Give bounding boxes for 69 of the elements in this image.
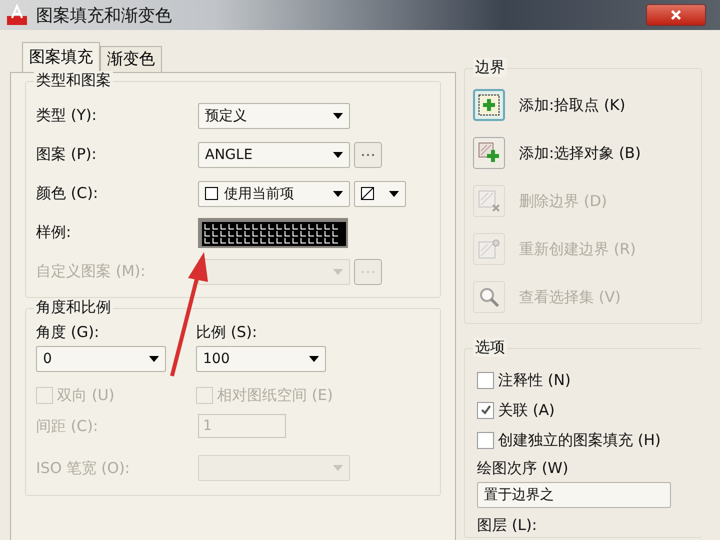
dropdown-value: 使用当前项 <box>224 184 294 202</box>
caret-icon <box>333 152 343 158</box>
draw-order-dropdown[interactable]: 置于边界之 <box>477 482 671 508</box>
dropdown-value: 置于边界之 <box>484 486 554 504</box>
field-label: 角度 (G): <box>36 323 100 342</box>
window-title: 图案填充和渐变色 <box>36 4 172 26</box>
boundary-action-label: 添加:拾取点 (K) <box>519 96 626 114</box>
caret-icon <box>333 112 343 118</box>
caret-icon <box>149 356 159 362</box>
app-logo-icon <box>6 4 28 26</box>
caret-icon <box>333 465 343 471</box>
browse-button[interactable] <box>354 142 382 168</box>
ellipsis-icon <box>360 152 376 156</box>
field-label: 样例: <box>36 223 72 242</box>
checkbox-label: 双向 (U) <box>57 386 114 405</box>
recreate-boundary-icon <box>478 238 500 260</box>
color-dropdown[interactable]: 使用当前项 <box>198 180 350 206</box>
field-label: 类型 (Y): <box>36 106 98 125</box>
scale-dropdown[interactable]: 100 <box>196 346 326 372</box>
dropdown-value: ANGLE <box>205 146 253 162</box>
checkbox-label: 创建独立的图案填充 (H) <box>498 430 661 450</box>
no-fill-icon <box>361 187 374 200</box>
checkbox-label: 关联 (A) <box>498 400 555 420</box>
close-icon <box>670 9 682 21</box>
field-label: 间距 (C): <box>36 416 99 436</box>
close-button[interactable] <box>646 4 706 26</box>
boundary-action-label: 查看选择集 (V) <box>519 288 621 306</box>
field-label: 图案 (P): <box>36 145 98 164</box>
tab[interactable]: 图案填充 <box>22 42 100 72</box>
field-label: 自定义图案 (M): <box>36 262 146 281</box>
dropdown[interactable]: ANGLE <box>198 142 350 168</box>
group-title: 类型和图案 <box>34 71 113 90</box>
search-icon <box>478 286 500 308</box>
ellipsis-icon <box>360 270 376 274</box>
add-point-icon <box>478 94 500 116</box>
pattern-preview-drawing[interactable] <box>198 218 348 248</box>
dropdown-value: 100 <box>203 351 230 367</box>
tab[interactable]: 渐变色 <box>100 46 162 72</box>
checkbox-label: 相对图纸空间 (E) <box>217 386 333 405</box>
check-icon <box>480 404 492 416</box>
field-label: 比例 (S): <box>196 323 258 342</box>
field-label: 颜色 (C): <box>36 184 99 203</box>
field-label: ISO 笔宽 (O): <box>36 458 131 478</box>
input-value: 1 <box>203 418 212 434</box>
caret-icon <box>333 268 343 274</box>
checkbox[interactable] <box>477 372 494 388</box>
dropdown-value: 预定义 <box>205 106 247 124</box>
group-title: 角度和比例 <box>34 298 113 317</box>
boundary-action-label: 删除边界 (D) <box>519 192 608 210</box>
checkbox[interactable] <box>477 402 494 418</box>
field-label: 图层 (L): <box>477 516 538 535</box>
field-label: 绘图次序 (W) <box>477 459 570 478</box>
checkbox[interactable] <box>477 432 494 448</box>
group-title: 边界 <box>473 58 507 77</box>
caret-icon <box>389 190 399 196</box>
degree-dropdown[interactable]: 0 <box>36 346 166 372</box>
boundary-action-label: 重新创建边界 (R) <box>519 240 636 258</box>
group-title: 选项 <box>473 338 507 357</box>
dropdown[interactable]: 预定义 <box>198 102 350 128</box>
color-swatch-icon <box>205 187 218 200</box>
caret-icon <box>309 356 319 362</box>
remove-boundary-icon <box>478 190 500 212</box>
boundary-tool-button[interactable] <box>473 89 505 121</box>
add-object-icon <box>478 142 500 164</box>
background-color-dropdown[interactable] <box>354 180 406 206</box>
dropdown-value: 0 <box>43 351 52 367</box>
boundary-action-label: 添加:选择对象 (B) <box>519 144 641 162</box>
caret-icon <box>333 190 343 196</box>
checkbox-label: 注释性 (N) <box>498 370 571 390</box>
